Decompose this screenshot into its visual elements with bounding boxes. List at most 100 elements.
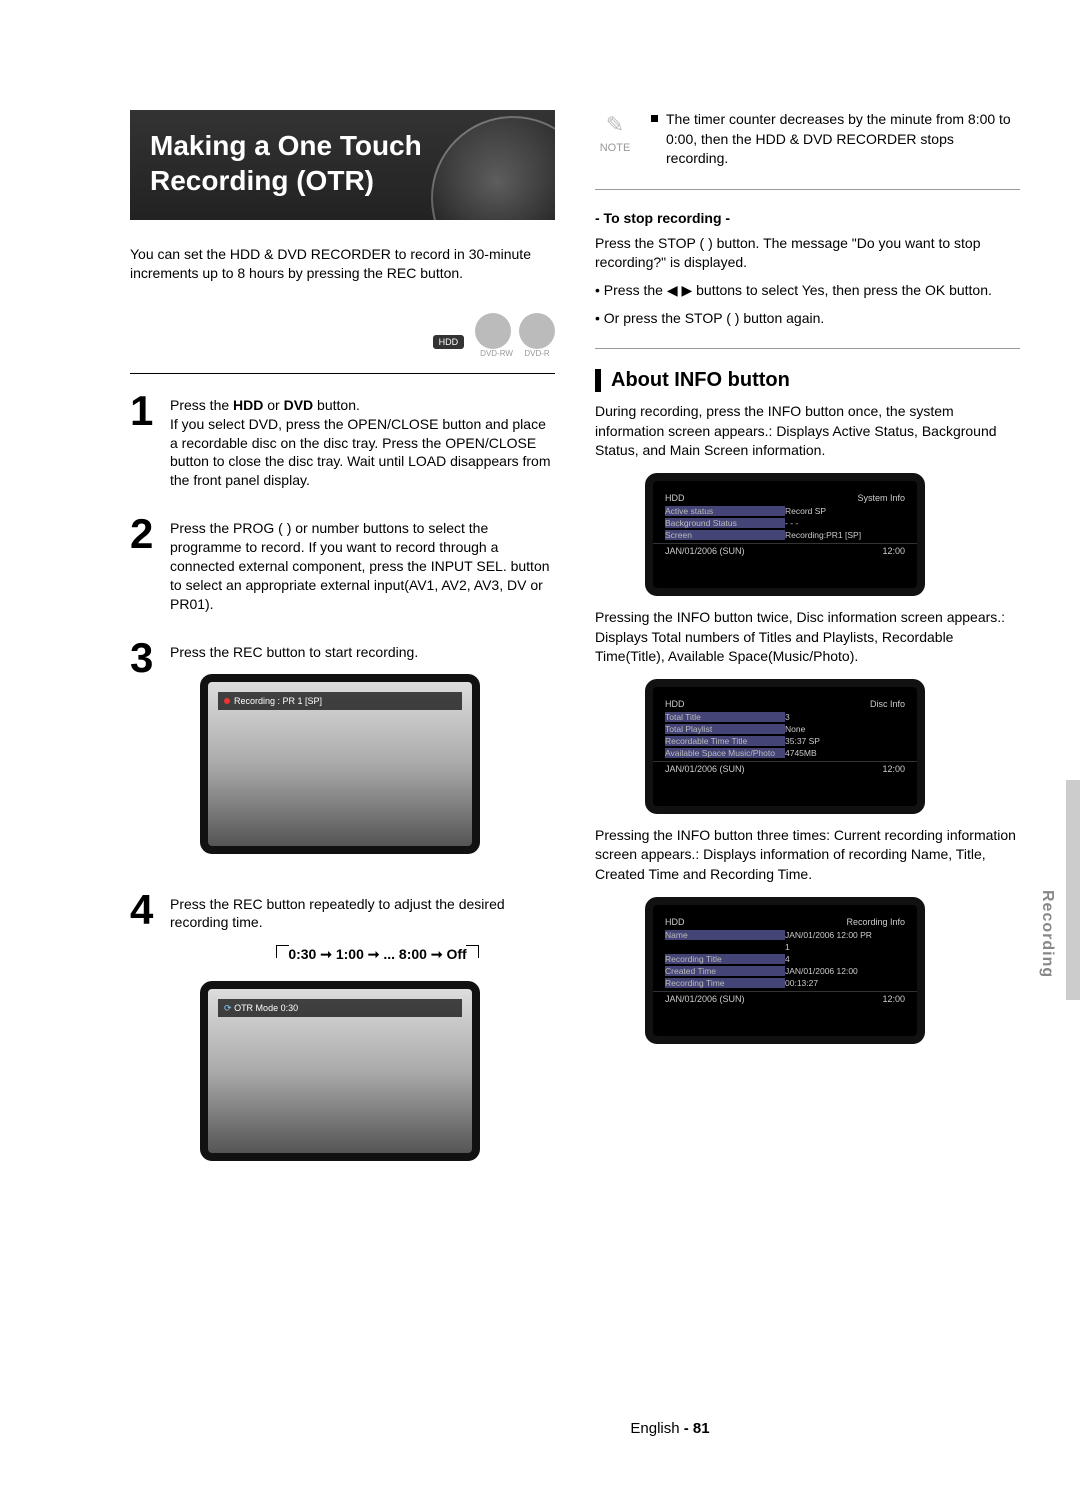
step-body: Press the REC button repeatedly to adjus… [170, 891, 555, 1174]
side-tab-label: Recording [1038, 890, 1056, 978]
tv-screenshot-recording: Recording : PR 1 [SP] [200, 674, 480, 854]
side-tab: Recording [1066, 780, 1080, 1000]
dvd-r-label: DVD-R [519, 349, 555, 358]
t: If you select DVD, press the OPEN/CLOSE … [170, 416, 551, 489]
divider [595, 348, 1020, 349]
step-number: 3 [130, 639, 158, 866]
step-1: 1 Press the HDD or DVD button. If you se… [130, 392, 555, 490]
date: JAN/01/2006 (SUN) [665, 994, 745, 1004]
stop-bullet-1: • Press the ◀ ▶ buttons to select Yes, t… [595, 281, 1020, 301]
note-label: NOTE [600, 142, 631, 154]
bullet-icon [651, 115, 658, 122]
k: Name [665, 930, 785, 940]
v: Recording:PR1 [SP] [785, 530, 861, 540]
v: 4 [785, 954, 790, 964]
step-body: Press the PROG ( ) or number buttons to … [170, 515, 555, 613]
t: Press the REC button to start recording. [170, 644, 418, 660]
tv-screenshot-otr: ⟳ OTR Mode 0:30 [200, 981, 480, 1161]
info-p1: During recording, press the INFO button … [595, 402, 1020, 461]
t: HDD [233, 397, 263, 413]
t: button. [313, 397, 360, 413]
v: 4745MB [785, 748, 817, 758]
osd-src: HDD [665, 699, 685, 709]
osd-bar: ⟳ OTR Mode 0:30 [218, 999, 462, 1017]
section-title: Making a One Touch Recording (OTR) [130, 110, 555, 220]
time: 12:00 [882, 546, 905, 556]
v: - - - [785, 518, 798, 528]
note-text: The timer counter decreases by the minut… [666, 110, 1020, 169]
osd-system-info: HDD System Info Active statusRecord SP Ba… [645, 473, 925, 596]
dvd-rw-label: DVD-RW [479, 349, 515, 358]
footer-page: - 81 [684, 1420, 710, 1437]
dvd-rw-icon [475, 313, 511, 349]
step-number: 4 [130, 891, 158, 1174]
k: Available Space Music/Photo [665, 748, 785, 758]
stop-heading: - To stop recording - [595, 210, 1020, 226]
info-p3: Pressing the INFO button three times: Cu… [595, 826, 1020, 885]
step-3: 3 Press the REC button to start recordin… [130, 639, 555, 866]
info-heading: About INFO button [595, 369, 1020, 392]
divider [130, 373, 555, 374]
page-footer: English - 81 [130, 1420, 1080, 1437]
k: Recording Title [665, 954, 785, 964]
t: Press the REC button repeatedly to adjus… [170, 896, 505, 931]
step-body: Press the REC button to start recording.… [170, 639, 480, 866]
info-p2: Pressing the INFO button twice, Disc inf… [595, 608, 1020, 667]
osd-src: HDD [665, 493, 685, 503]
k: Recording Time [665, 978, 785, 988]
media-badges: HDD DVD-RW DVD-R [130, 313, 555, 367]
step-number: 1 [130, 392, 158, 490]
cycle-sequence: 0:30 ➞ 1:00 ➞ ... 8:00 ➞ Off [200, 940, 555, 969]
title-line-2: Recording (OTR) [150, 163, 535, 198]
time: 12:00 [882, 994, 905, 1004]
time: 12:00 [882, 764, 905, 774]
step-2: 2 Press the PROG ( ) or number buttons t… [130, 515, 555, 613]
divider [595, 189, 1020, 190]
k: Active status [665, 506, 785, 516]
v: 3 [785, 712, 790, 722]
t: or [263, 397, 283, 413]
rec-dot-icon [224, 698, 230, 704]
osd-bar-text: Recording : PR 1 [SP] [234, 696, 322, 706]
osd-bar-text: OTR Mode 0:30 [234, 1003, 298, 1013]
k: Total Playlist [665, 724, 785, 734]
note-block: ✎ NOTE The timer counter decreases by th… [595, 110, 1020, 169]
osd-recording-info: HDD Recording Info NameJAN/01/2006 12:00 … [645, 897, 925, 1044]
k: Created Time [665, 966, 785, 976]
date: JAN/01/2006 (SUN) [665, 764, 745, 774]
note-icon: ✎ NOTE [595, 110, 635, 169]
v: JAN/01/2006 12:00 [785, 966, 858, 976]
osd-disc-info: HDD Disc Info Total Title3 Total Playlist… [645, 679, 925, 814]
v: Record SP [785, 506, 826, 516]
v: JAN/01/2006 12:00 PR [785, 930, 872, 940]
step-body: Press the HDD or DVD button. If you sele… [170, 392, 555, 490]
osd-title: System Info [857, 493, 905, 503]
step-4: 4 Press the REC button repeatedly to adj… [130, 891, 555, 1174]
footer-lang: English [630, 1420, 679, 1437]
note-bullet: The timer counter decreases by the minut… [651, 110, 1020, 169]
step-number: 2 [130, 515, 158, 613]
k: Screen [665, 530, 785, 540]
osd-title: Recording Info [846, 917, 905, 927]
hdd-badge: HDD [433, 335, 465, 349]
stop-bullet-2: • Or press the STOP ( ) button again. [595, 309, 1020, 329]
dvd-r-icon [519, 313, 555, 349]
k: Total Title [665, 712, 785, 722]
k [665, 942, 785, 952]
v: 35:37 SP [785, 736, 820, 746]
v: 00:13:27 [785, 978, 818, 988]
t: Press the [170, 397, 233, 413]
k: Recordable Time Title [665, 736, 785, 746]
date: JAN/01/2006 (SUN) [665, 546, 745, 556]
t: DVD [284, 397, 314, 413]
v: None [785, 724, 805, 734]
k: Background Status [665, 518, 785, 528]
osd-bar: Recording : PR 1 [SP] [218, 692, 462, 710]
osd-src: HDD [665, 917, 685, 927]
stop-text: Press the STOP ( ) button. The message "… [595, 234, 1020, 273]
v: 1 [785, 942, 790, 952]
osd-title: Disc Info [870, 699, 905, 709]
cycle-text: 0:30 ➞ 1:00 ➞ ... 8:00 ➞ Off [278, 941, 476, 968]
title-line-1: Making a One Touch [150, 128, 535, 163]
intro-text: You can set the HDD & DVD RECORDER to re… [130, 245, 555, 283]
